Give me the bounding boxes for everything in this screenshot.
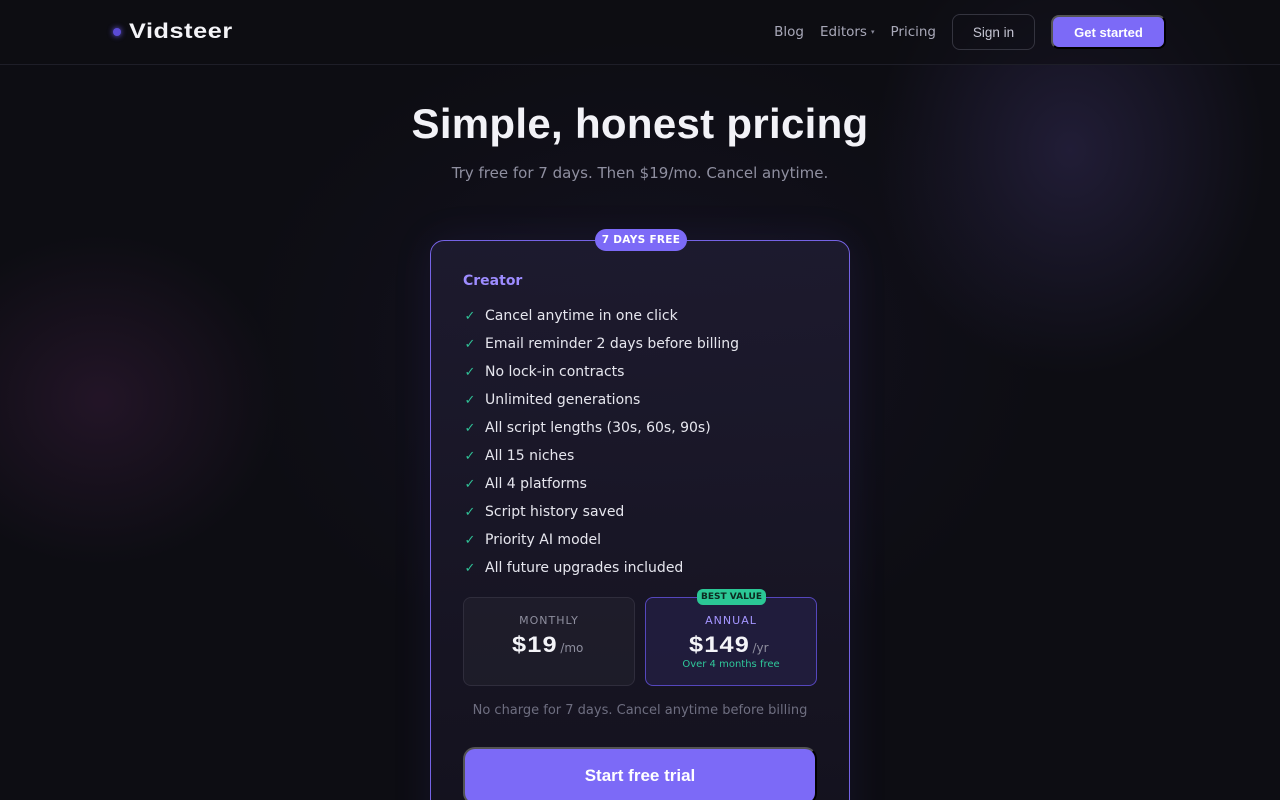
feature-item: ✓ All 15 niches (463, 442, 739, 470)
price-amount: $149 (689, 632, 751, 657)
plan-name: Creator (463, 273, 523, 289)
check-icon: ✓ (464, 560, 476, 576)
best-value-badge: BEST VALUE (697, 589, 766, 605)
check-icon: ✓ (464, 420, 476, 436)
brand-name: Vidsteer (129, 20, 233, 43)
feature-text: All 15 niches (485, 448, 575, 464)
feature-text: Priority AI model (485, 532, 602, 548)
main-nav: Blog Editors ▾ Pricing Sign in Get start… (774, 14, 1166, 50)
feature-text: Cancel anytime in one click (485, 308, 678, 324)
feature-text: All 4 platforms (485, 476, 587, 492)
nav-link-editors[interactable]: Editors ▾ (820, 24, 875, 40)
billing-option-monthly[interactable]: MONTHLY $19 /mo (463, 597, 635, 686)
pricing-card-creator: 7 DAYS FREE Creator ✓ Cancel anytime in o… (430, 229, 850, 800)
price-row: $149 /yr (646, 632, 816, 658)
check-icon: ✓ (464, 476, 476, 492)
price-period: /yr (752, 641, 769, 655)
check-icon: ✓ (464, 364, 476, 380)
price-period: /mo (560, 641, 584, 655)
feature-item: ✓ Unlimited generations (463, 386, 739, 414)
check-icon: ✓ (464, 336, 476, 352)
feature-text: No lock-in contracts (485, 364, 625, 380)
page-subtitle: Try free for 7 days. Then $19/mo. Cancel… (451, 164, 829, 182)
feature-item: ✓ All 4 platforms (463, 470, 739, 498)
billing-option-annual[interactable]: BEST VALUE ANNUAL $149 /yr Over 4 months… (645, 589, 817, 686)
feature-item: ✓ Email reminder 2 days before billing (463, 330, 739, 358)
check-icon: ✓ (464, 448, 476, 464)
savings-note: Over 4 months free (682, 659, 780, 670)
feature-item: ✓ Cancel anytime in one click (463, 302, 739, 330)
billing-option-label: ANNUAL (705, 614, 757, 627)
feature-list: ✓ Cancel anytime in one click ✓ Email remi… (463, 302, 739, 582)
nav-link-pricing[interactable]: Pricing (890, 24, 936, 40)
price-row: $19 /mo (464, 632, 634, 658)
feature-text: All future upgrades included (485, 560, 684, 576)
billing-option-label: MONTHLY (519, 614, 579, 627)
feature-item: ✓ No lock-in contracts (463, 358, 739, 386)
top-navigation-bar: Vidsteer Blog Editors ▾ Pricing Sign in … (0, 0, 1280, 65)
sign-in-button[interactable]: Sign in (952, 14, 1035, 50)
nav-link-blog[interactable]: Blog (774, 24, 804, 40)
check-icon: ✓ (464, 532, 476, 548)
feature-item: ✓ Script history saved (463, 498, 739, 526)
check-icon: ✓ (464, 504, 476, 520)
feature-text: All script lengths (30s, 60s, 90s) (485, 420, 711, 436)
feature-item: ✓ All future upgrades included (463, 554, 739, 582)
billing-fineprint: No charge for 7 days. Cancel anytime bef… (472, 703, 808, 718)
feature-text: Unlimited generations (485, 392, 641, 408)
start-free-trial-button[interactable]: Start free trial (463, 747, 817, 800)
feature-text: Email reminder 2 days before billing (485, 336, 740, 352)
get-started-button[interactable]: Get started (1051, 15, 1166, 49)
billing-period-selector: MONTHLY $19 /mo BEST VALUE ANNUAL $149 /… (463, 589, 817, 686)
feature-item: ✓ Priority AI model (463, 526, 739, 554)
logo-dot-icon (113, 28, 121, 36)
price-amount: $19 (511, 632, 558, 657)
nav-link-editors-label: Editors (819, 24, 867, 40)
check-icon: ✓ (464, 392, 476, 408)
feature-text: Script history saved (485, 504, 625, 520)
page-title: Simple, honest pricing (411, 100, 869, 147)
brand-logo[interactable]: Vidsteer (113, 20, 232, 44)
check-icon: ✓ (464, 308, 476, 324)
chevron-down-icon: ▾ (870, 28, 875, 36)
trial-badge: 7 DAYS FREE (595, 229, 687, 251)
feature-item: ✓ All script lengths (30s, 60s, 90s) (463, 414, 739, 442)
